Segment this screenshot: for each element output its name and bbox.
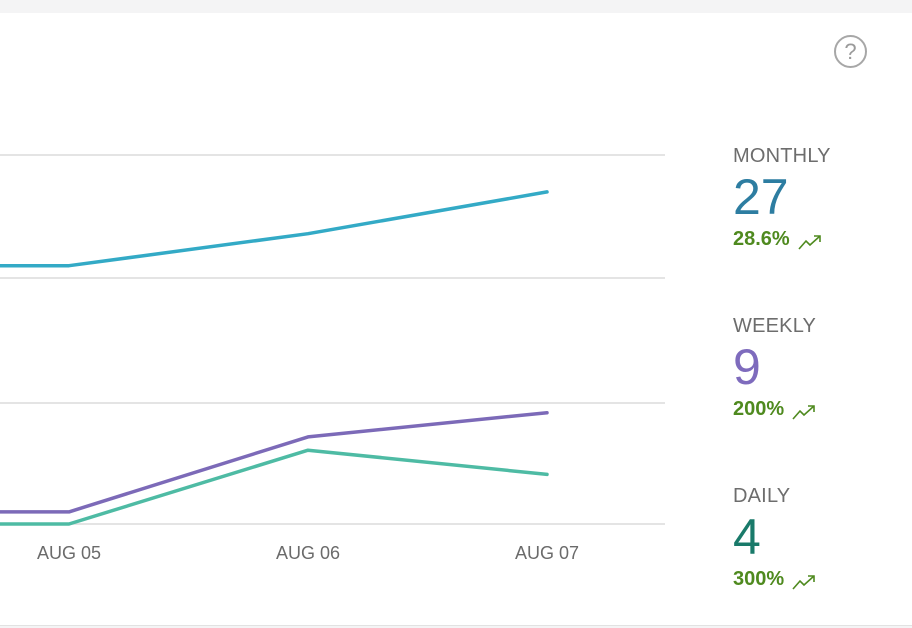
series-line <box>0 190 549 268</box>
x-tick-label: AUG 05 <box>37 543 101 563</box>
stat-daily: DAILY 4 300% <box>733 485 893 591</box>
trending-up-icon <box>792 405 815 420</box>
stat-value: 4 <box>733 509 761 565</box>
stat-change-value: 28.6% <box>733 228 790 250</box>
stat-value: 9 <box>733 339 761 395</box>
stat-change-value: 300% <box>733 568 785 590</box>
series-lines <box>0 190 549 526</box>
trending-up-icon <box>798 235 821 250</box>
stat-change: 300% <box>733 568 893 591</box>
x-axis-ticks: AUG 05 AUG 06 AUG 07 <box>37 543 579 563</box>
help-icon[interactable]: ? <box>834 35 867 68</box>
stat-change-value: 200% <box>733 398 785 420</box>
x-tick-label: AUG 06 <box>276 543 340 563</box>
trending-up-icon <box>792 575 815 590</box>
stat-monthly: MONTHLY 27 28.6% <box>733 145 893 251</box>
stat-change: 28.6% <box>733 228 893 251</box>
stat-label: MONTHLY <box>733 145 831 167</box>
stat-weekly: WEEKLY 9 200% <box>733 315 893 421</box>
stat-value: 27 <box>733 169 789 225</box>
x-tick-label: AUG 07 <box>515 543 579 563</box>
gridlines <box>0 154 665 525</box>
line-chart: AUG 05 AUG 06 AUG 07 <box>0 154 665 563</box>
stat-label: DAILY <box>733 485 791 507</box>
stat-label: WEEKLY <box>733 315 817 337</box>
stat-change: 200% <box>733 398 893 421</box>
series-line <box>0 448 549 526</box>
